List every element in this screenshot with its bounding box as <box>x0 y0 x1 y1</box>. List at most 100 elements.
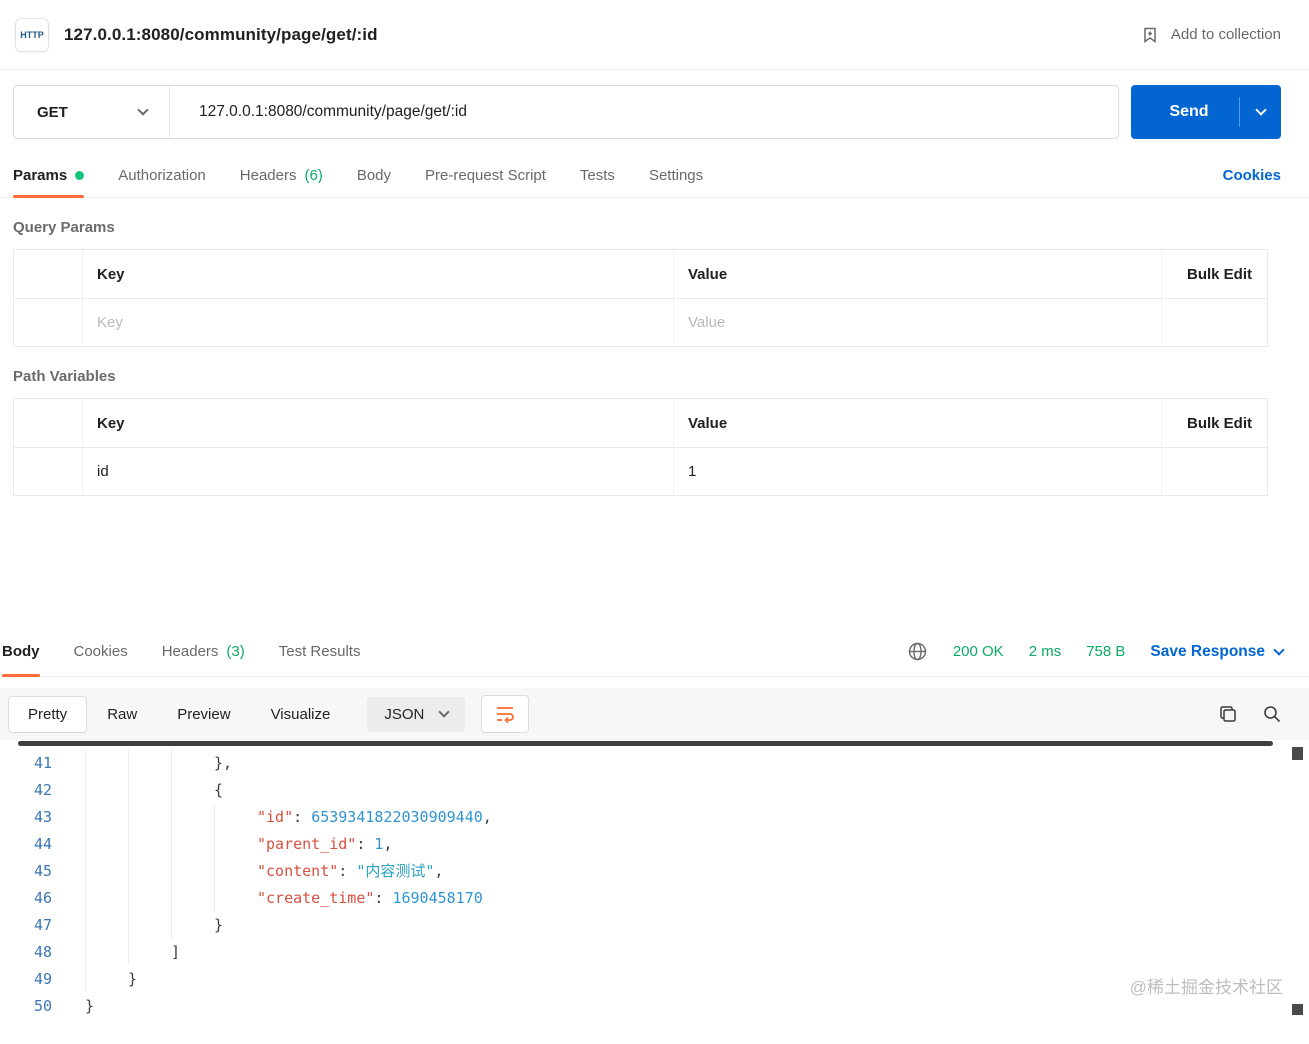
response-time-badge[interactable]: 2 ms <box>1029 643 1062 660</box>
path-variables-title: Path Variables <box>13 368 116 385</box>
response-size-badge[interactable]: 758 B <box>1086 643 1125 660</box>
indent-guide <box>85 749 128 776</box>
tab-tests-label: Tests <box>579 166 615 184</box>
indent-guide <box>85 803 128 830</box>
view-mode-pretty[interactable]: Pretty <box>8 695 88 733</box>
http-request-icon: HTTP <box>15 17 49 52</box>
method-dropdown[interactable]: GET <box>14 86 170 138</box>
line-number: 46 <box>33 888 52 907</box>
horizontal-scrollbar[interactable] <box>18 741 1273 746</box>
request-builder: GET 127.0.0.1:8080/community/page/get/:i… <box>0 70 1309 153</box>
code-line: 47} <box>0 911 1309 938</box>
add-to-collection-button[interactable]: Add to collection <box>1140 25 1281 45</box>
response-toolbar: Pretty Raw Preview Visualize JSON <box>0 688 1309 740</box>
indent-guide <box>171 776 214 803</box>
send-button[interactable]: Send <box>1131 85 1281 139</box>
code-token-punct: { <box>214 780 224 799</box>
query-params-title: Query Params <box>13 219 115 236</box>
scrollbar-corner <box>1292 1004 1303 1015</box>
code-token-num: 1 <box>374 834 384 853</box>
code-line-content[interactable]: } <box>85 965 137 992</box>
value-input[interactable]: Value <box>673 299 1161 346</box>
copy-button[interactable] <box>1217 703 1239 725</box>
search-button[interactable] <box>1261 703 1283 725</box>
wrap-lines-button[interactable] <box>481 695 530 733</box>
bulk-edit-button[interactable]: Bulk Edit <box>1161 399 1267 447</box>
code-line-content[interactable]: "parent_id": 1, <box>85 830 392 857</box>
key-input[interactable]: id <box>82 448 673 495</box>
code-token-punct: } <box>85 996 95 1015</box>
indent-guide <box>214 830 257 857</box>
network-globe-icon[interactable] <box>907 641 928 662</box>
response-tab-headers[interactable]: Headers (3) <box>162 627 245 676</box>
bulk-edit-button[interactable]: Bulk Edit <box>1161 250 1267 298</box>
view-mode-raw[interactable]: Raw <box>87 696 157 733</box>
chevron-down-icon <box>137 104 149 116</box>
line-number: 49 <box>33 969 52 988</box>
code-line-content[interactable]: "id": 6539341822030909440, <box>85 803 492 830</box>
view-mode-preview[interactable]: Preview <box>157 696 250 733</box>
row-select-cell <box>14 448 82 495</box>
code-token-key: "create_time" <box>257 888 375 907</box>
indent-guide <box>171 911 214 938</box>
response-tab-body[interactable]: Body <box>2 627 40 677</box>
code-line: 45 "content": "内容测试", <box>0 857 1309 884</box>
empty-space <box>0 496 1309 627</box>
tab-prerequest-script[interactable]: Pre-request Script <box>425 153 546 197</box>
response-tab-test-results-label: Test Results <box>278 643 361 660</box>
line-number: 45 <box>33 861 52 880</box>
tab-params[interactable]: Params <box>13 153 85 198</box>
code-line: 50} <box>0 992 1309 1019</box>
response-headers-count-badge: (3) <box>226 643 245 660</box>
status-badge[interactable]: 200 OK <box>953 643 1004 660</box>
cookies-link[interactable]: Cookies <box>1223 167 1281 184</box>
code-line: 41}, <box>0 749 1309 776</box>
code-line: 49} <box>0 965 1309 992</box>
save-response-button[interactable]: Save Response <box>1150 643 1285 661</box>
code-token-punct: : <box>338 861 357 880</box>
code-line: 44 "parent_id": 1, <box>0 830 1309 857</box>
code-line: 46 "create_time": 1690458170 <box>0 884 1309 911</box>
view-mode-visualize[interactable]: Visualize <box>251 696 351 733</box>
send-button-label: Send <box>1169 103 1209 120</box>
code-token-num: 6539341822030909440 <box>311 807 483 826</box>
tab-authorization[interactable]: Authorization <box>118 153 206 197</box>
code-line-content[interactable]: } <box>85 997 94 1015</box>
value-column-header: Value <box>673 250 1161 298</box>
value-input[interactable]: 1 <box>673 448 1161 495</box>
tab-body[interactable]: Body <box>357 153 391 197</box>
value-column-header: Value <box>673 399 1161 447</box>
code-line-content[interactable]: ] <box>85 938 180 965</box>
code-token-key: "content" <box>257 861 339 880</box>
line-number: 47 <box>33 915 52 934</box>
code-token-punct: : <box>374 888 393 907</box>
chevron-down-icon <box>438 706 451 718</box>
chevron-down-icon <box>1273 643 1285 656</box>
vertical-scrollbar[interactable] <box>1290 740 1303 1020</box>
query-params-table: Key Value Bulk Edit Key Value <box>13 249 1268 347</box>
response-tab-cookies-label: Cookies <box>73 643 128 660</box>
send-options-button[interactable] <box>1239 97 1281 127</box>
code-line-content[interactable]: }, <box>85 749 232 776</box>
code-token-punct: , <box>482 807 492 826</box>
row-actions-cell <box>1161 448 1267 495</box>
code-line-content[interactable]: { <box>85 776 223 803</box>
tab-tests[interactable]: Tests <box>580 153 615 197</box>
response-body-viewer: 41}, 42 {43 "id": 6539341822030909440, 44 "pa… <box>0 740 1309 1020</box>
method-label: GET <box>37 103 68 121</box>
language-label: JSON <box>384 705 425 723</box>
response-tab-cookies[interactable]: Cookies <box>74 627 128 676</box>
key-input[interactable]: Key <box>82 299 673 346</box>
code-line-content[interactable]: } <box>85 911 223 938</box>
response-tab-test-results[interactable]: Test Results <box>279 627 361 676</box>
code-line-content[interactable]: "content": "内容测试", <box>85 857 443 884</box>
path-variables-table: Key Value Bulk Edit id 1 <box>13 398 1268 496</box>
http-badge-label: HTTP <box>20 29 44 40</box>
tab-settings[interactable]: Settings <box>649 153 703 197</box>
tab-headers[interactable]: Headers (6) <box>240 153 323 197</box>
language-dropdown[interactable]: JSON <box>367 696 466 732</box>
response-meta: 200 OK 2 ms 758 B Save Response <box>907 641 1285 662</box>
url-input[interactable]: 127.0.0.1:8080/community/page/get/:id <box>170 103 1118 121</box>
code-line-content[interactable]: "create_time": 1690458170 <box>85 884 483 911</box>
vertical-scrollbar-thumb[interactable] <box>1292 747 1303 760</box>
